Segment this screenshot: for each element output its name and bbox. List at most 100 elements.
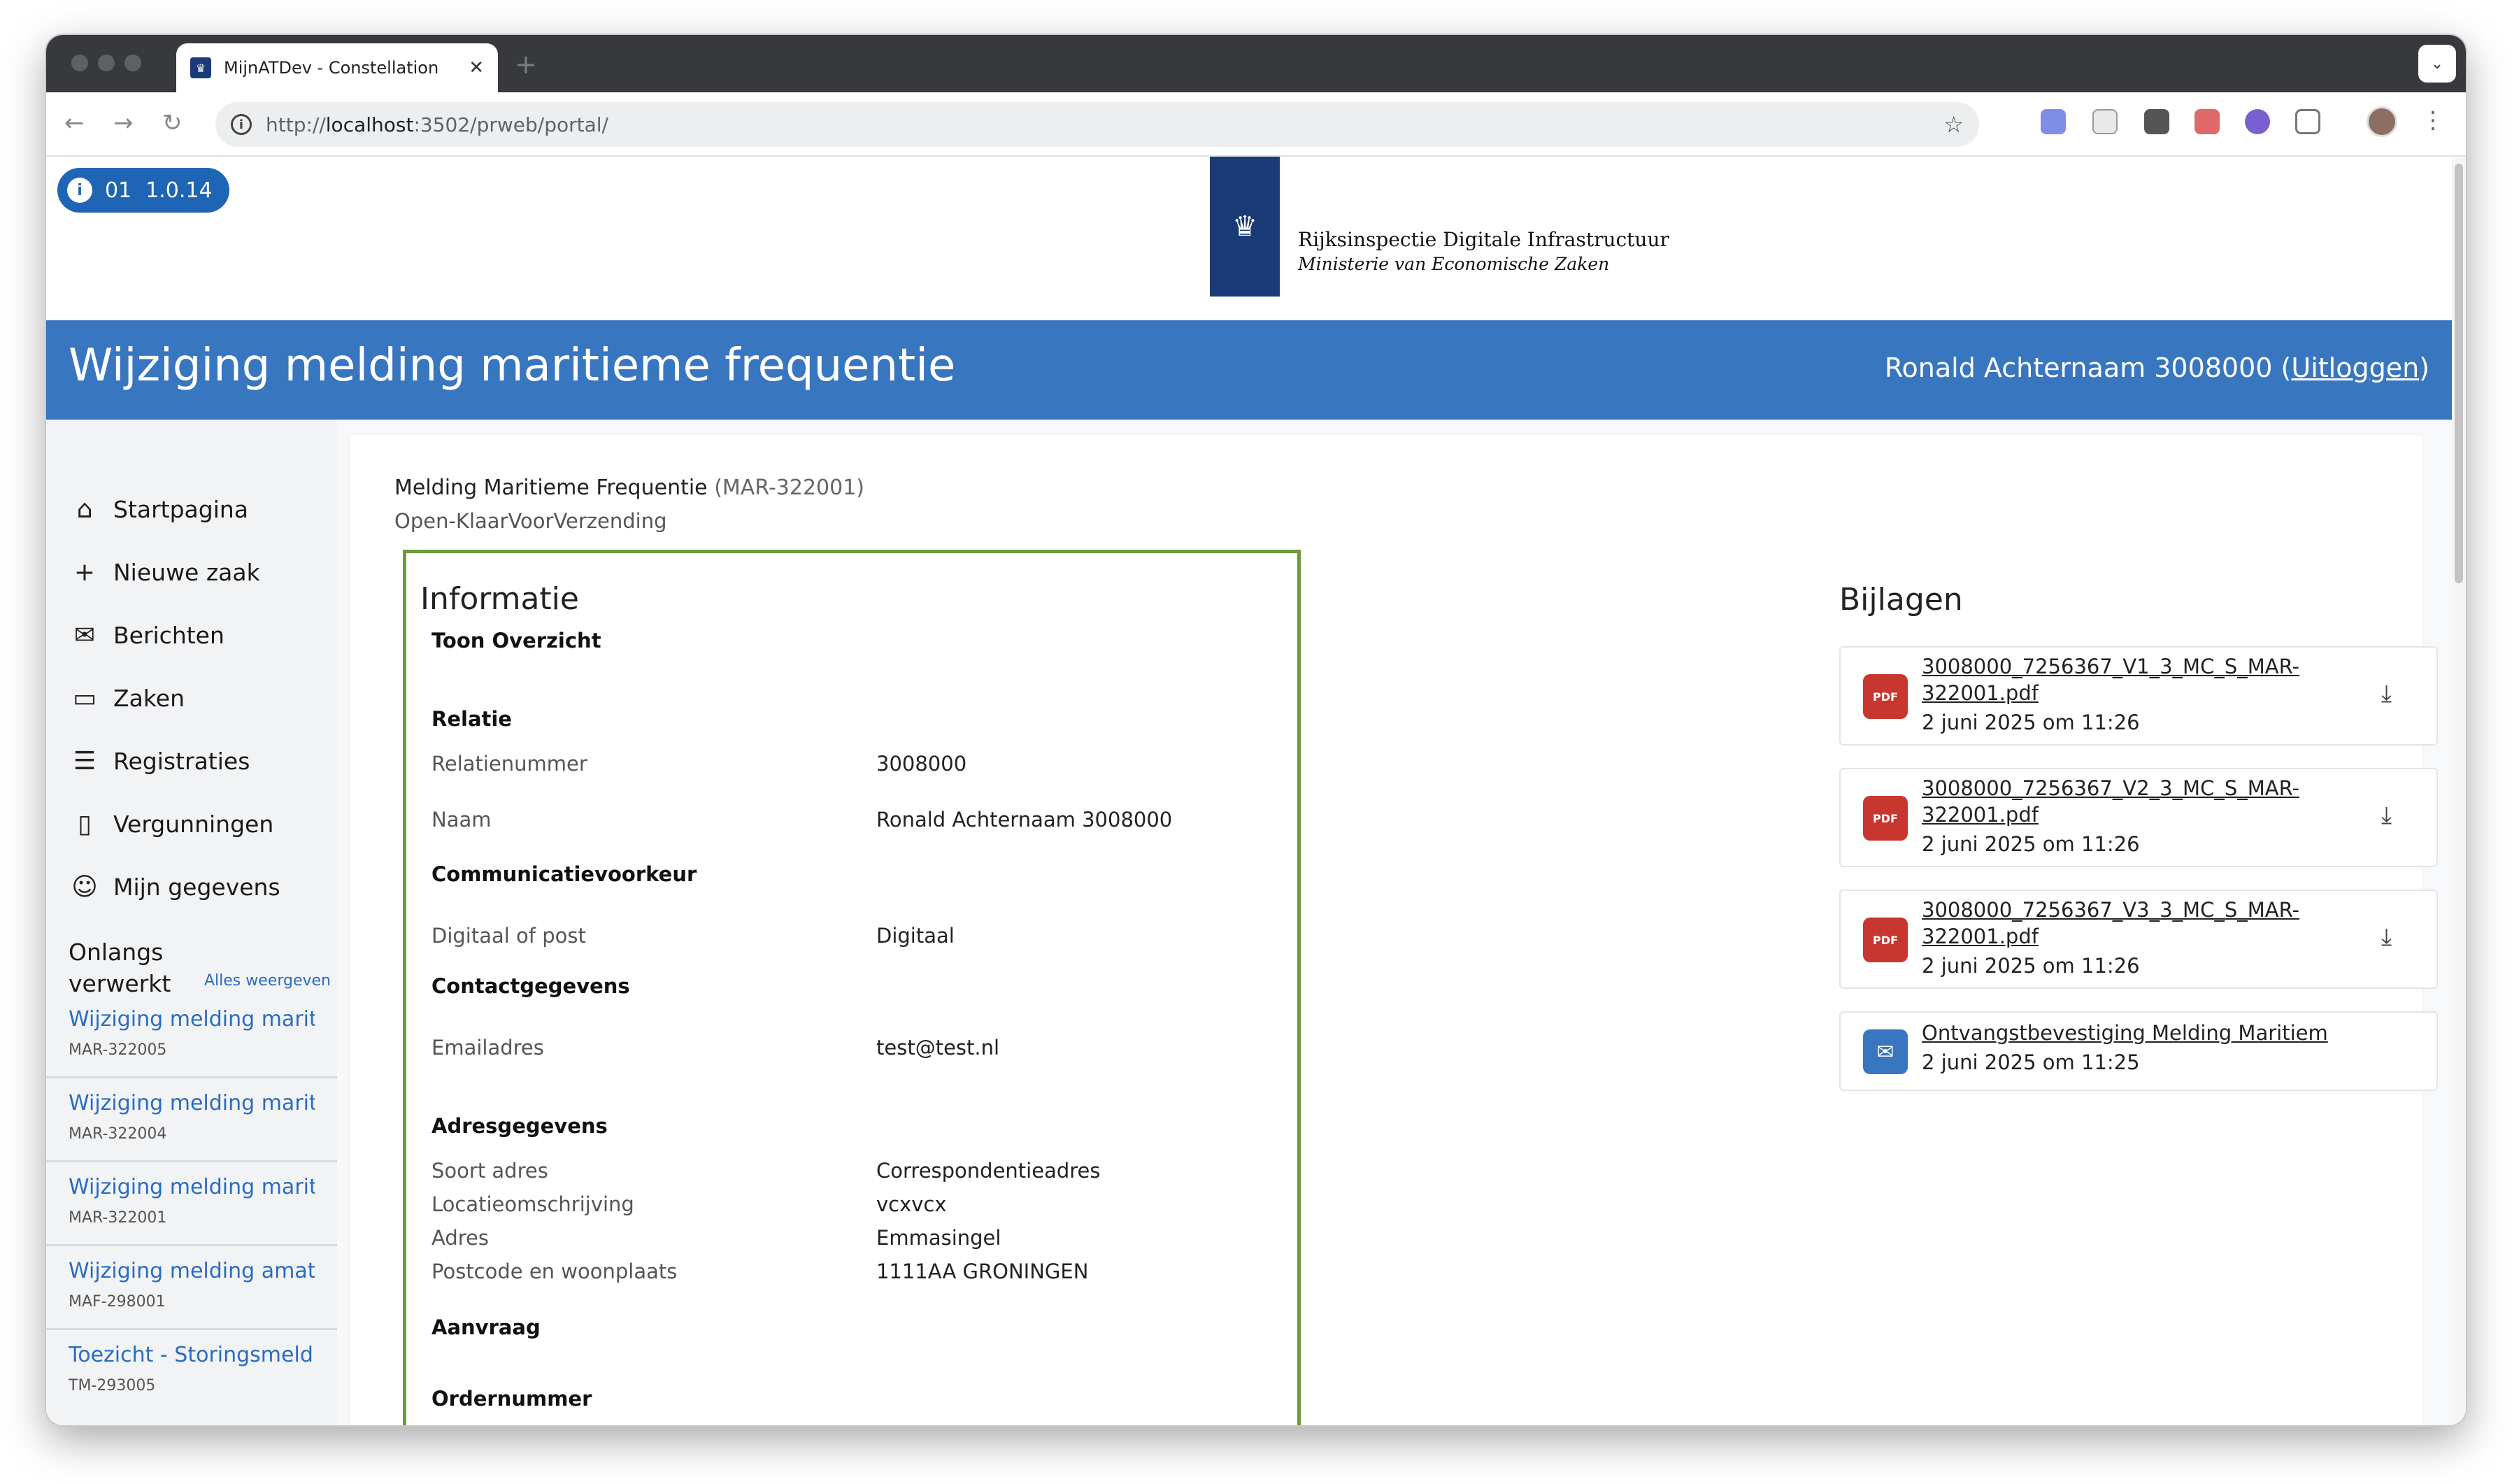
user-icon: ☺ bbox=[71, 872, 98, 901]
sidebar-item-nieuwe-zaak[interactable]: + Nieuwe zaak bbox=[69, 551, 260, 593]
info-icon: i bbox=[67, 178, 92, 203]
attachment-name[interactable]: 3008000_7256367_V3_3_MC_S_MAR-322001.pdf bbox=[1922, 897, 2313, 950]
information-panel: Informatie Toon Overzicht Relatie Relati… bbox=[403, 550, 1301, 1425]
attachment-date: 2 juni 2025 om 11:26 bbox=[1922, 711, 2140, 734]
sidebar-item-mijn-gegevens[interactable]: ☺ Mijn gegevens bbox=[69, 866, 280, 908]
attachment-name[interactable]: Ontvangstbevestiging Melding Maritiem bbox=[1922, 1020, 2411, 1046]
profile-avatar[interactable] bbox=[2367, 106, 2397, 137]
attachment-date: 2 juni 2025 om 11:26 bbox=[1922, 954, 2140, 978]
plus-icon: + bbox=[73, 557, 96, 587]
briefcase-icon: ▭ bbox=[72, 683, 97, 713]
case-header: Melding Maritieme Frequentie (MAR-322001… bbox=[394, 476, 864, 500]
view-all-link[interactable]: Alles weergeven bbox=[204, 972, 331, 990]
attachment-item[interactable]: PDF 3008000_7256367_V2_3_MC_S_MAR-322001… bbox=[1839, 768, 2438, 867]
field-value: 3008000 bbox=[876, 752, 967, 776]
extension-icon[interactable] bbox=[2041, 109, 2066, 134]
field-label: Naam bbox=[431, 808, 492, 832]
sidebar-item-vergunningen[interactable]: ▯ Vergunningen bbox=[69, 803, 273, 845]
site-info-icon[interactable]: i bbox=[231, 114, 252, 135]
recent-item-id: TM-293005 bbox=[69, 1377, 156, 1394]
attachment-item[interactable]: PDF 3008000_7256367_V3_3_MC_S_MAR-322001… bbox=[1839, 890, 2438, 989]
download-icon[interactable]: ⤓ bbox=[2381, 801, 2392, 829]
case-card: Melding Maritieme Frequentie (MAR-322001… bbox=[350, 435, 2438, 1425]
user-name: Ronald Achternaam 3008000 bbox=[1884, 352, 2273, 383]
extension-icon[interactable] bbox=[2092, 109, 2118, 134]
field-label: Emailadres bbox=[431, 1036, 544, 1060]
url-text[interactable]: http://localhost:3502/prweb/portal/ bbox=[266, 113, 1943, 136]
title-bar: ♛ MijnATDev - Constellation ✕ + ⌄ bbox=[46, 35, 2466, 92]
recent-item-title: Wijziging melding amate... bbox=[69, 1259, 315, 1283]
field-label: Locatieomschrijving bbox=[431, 1192, 634, 1216]
main-content: Melding Maritieme Frequentie (MAR-322001… bbox=[337, 420, 2452, 1425]
logo-line1: Rijksinspectie Digitale Infrastructuur bbox=[1298, 228, 1669, 251]
address-bar-row: ← → ↻ i http://localhost:3502/prweb/port… bbox=[46, 92, 2466, 157]
back-icon[interactable]: ← bbox=[64, 109, 85, 137]
tab-search-icon[interactable]: ⌄ bbox=[2418, 45, 2456, 83]
recent-item-title: Toezicht - Storingsmelding bbox=[69, 1343, 315, 1367]
reload-icon[interactable]: ↻ bbox=[162, 109, 183, 137]
sidebar-item-label: Vergunningen bbox=[113, 810, 274, 838]
extension-icon[interactable] bbox=[2195, 109, 2220, 134]
field-value: Ronald Achternaam 3008000 bbox=[876, 808, 1173, 832]
field-value: 1111AA GRONINGEN bbox=[876, 1260, 1089, 1283]
puzzle-icon[interactable] bbox=[2295, 109, 2320, 134]
sidebar-item-startpagina[interactable]: ⌂ Startpagina bbox=[69, 488, 248, 530]
extension-icon[interactable] bbox=[2144, 109, 2169, 134]
case-status: Open-KlaarVoorVerzending bbox=[394, 509, 667, 533]
relatie-heading: Relatie bbox=[431, 707, 512, 731]
attachment-name[interactable]: 3008000_7256367_V2_3_MC_S_MAR-322001.pdf bbox=[1922, 775, 2313, 828]
extension-icon[interactable] bbox=[2245, 109, 2270, 134]
sidebar-item-label: Registraties bbox=[113, 747, 250, 775]
sidebar-item-label: Nieuwe zaak bbox=[113, 558, 260, 586]
mail-icon: ✉ bbox=[1863, 1029, 1908, 1074]
recent-item-id: MAR-322004 bbox=[69, 1125, 167, 1143]
forward-icon[interactable]: → bbox=[113, 109, 134, 137]
version-badge[interactable]: i 01 1.0.14 bbox=[57, 168, 229, 213]
field-label: Adres bbox=[431, 1226, 489, 1250]
attachment-item[interactable]: PDF 3008000_7256367_V1_3_MC_S_MAR-322001… bbox=[1839, 646, 2438, 745]
logo-text: Rijksinspectie Digitale Infrastructuur M… bbox=[1298, 228, 1669, 274]
favicon-icon: ♛ bbox=[190, 57, 211, 78]
close-tab-icon[interactable]: ✕ bbox=[469, 57, 484, 78]
sidebar-item-label: Mijn gegevens bbox=[113, 873, 280, 901]
logout-link[interactable]: Uitloggen bbox=[2291, 352, 2419, 383]
list-item[interactable]: Wijziging melding amate... MAF-298001 bbox=[46, 1246, 337, 1330]
sidebar-item-label: Zaken bbox=[113, 684, 185, 712]
close-window-button[interactable] bbox=[71, 55, 88, 71]
list-item[interactable]: Wijziging melding mariti... MAR-322005 bbox=[46, 994, 337, 1078]
recent-item-id: MAF-298001 bbox=[69, 1293, 166, 1311]
pdf-icon: PDF bbox=[1863, 796, 1908, 841]
aanvraag-heading: Aanvraag bbox=[431, 1315, 541, 1339]
contact-heading: Contactgegevens bbox=[431, 974, 630, 998]
tab-title: MijnATDev - Constellation bbox=[224, 58, 439, 78]
scrollbar-thumb[interactable] bbox=[2455, 164, 2463, 583]
menu-icon[interactable]: ⋮ bbox=[2421, 106, 2445, 134]
toon-overzicht-link[interactable]: Toon Overzicht bbox=[431, 629, 601, 652]
section-heading: Informatie bbox=[420, 581, 579, 617]
ordernummer-label: Ordernummer bbox=[431, 1387, 592, 1411]
attachment-name[interactable]: 3008000_7256367_V1_3_MC_S_MAR-322001.pdf bbox=[1922, 653, 2313, 706]
page-viewport: i 01 1.0.14 ♛ Rijksinspectie Digitale In… bbox=[46, 157, 2452, 1425]
attachment-date: 2 juni 2025 om 11:25 bbox=[1922, 1050, 2140, 1074]
download-icon[interactable]: ⤓ bbox=[2381, 680, 2392, 708]
bookmark-star-icon[interactable]: ☆ bbox=[1943, 111, 1964, 138]
browser-tab[interactable]: ♛ MijnATDev - Constellation ✕ bbox=[176, 43, 498, 92]
pdf-icon: PDF bbox=[1863, 674, 1908, 719]
download-icon[interactable]: ⤓ bbox=[2381, 923, 2392, 951]
field-label: Relatienummer bbox=[431, 752, 587, 776]
user-info: Ronald Achternaam 3008000 (Uitloggen) bbox=[1884, 352, 2429, 383]
page-scrollbar[interactable] bbox=[2452, 157, 2466, 1425]
list-item[interactable]: Toezicht - Storingsmelding TM-293005 bbox=[46, 1330, 337, 1414]
sidebar-item-berichten[interactable]: ✉ Berichten bbox=[69, 614, 224, 656]
url-bar[interactable]: i http://localhost:3502/prweb/portal/ ☆ bbox=[215, 102, 1979, 147]
new-tab-icon[interactable]: + bbox=[515, 49, 537, 80]
list-item[interactable]: Wijziging melding mariti... MAR-322004 bbox=[46, 1078, 337, 1162]
sidebar-item-zaken[interactable]: ▭ Zaken bbox=[69, 677, 185, 719]
minimize-window-button[interactable] bbox=[98, 55, 115, 71]
rijksoverheid-logo-icon: ♛ bbox=[1210, 157, 1280, 297]
attachment-item[interactable]: ✉ Ontvangstbevestiging Melding Maritiem … bbox=[1839, 1011, 2438, 1091]
list-item[interactable]: Wijziging melding mariti... MAR-322001 bbox=[46, 1162, 337, 1246]
field-value: Correspondentieadres bbox=[876, 1159, 1101, 1183]
maximize-window-button[interactable] bbox=[124, 55, 141, 71]
sidebar-item-registraties[interactable]: ☰ Registraties bbox=[69, 740, 250, 782]
